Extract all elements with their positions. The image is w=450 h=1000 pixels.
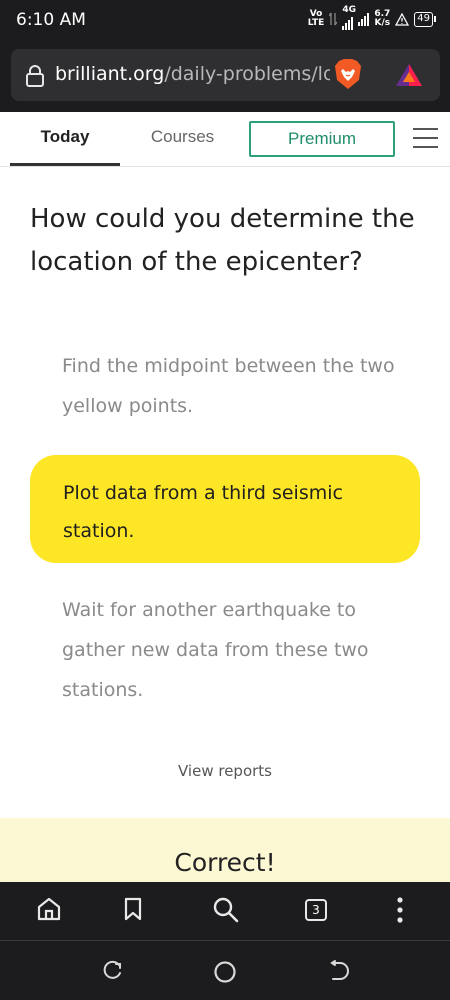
network-speed: 6.7 K/s (374, 9, 391, 28)
search-icon[interactable] (212, 896, 240, 924)
result-text: Correct! (174, 848, 276, 877)
bookmark-icon[interactable] (122, 896, 144, 922)
signal-4g: 4G (342, 6, 356, 30)
browser-toolbar: 3 (0, 882, 450, 940)
volte-indicator: Vo LTE (307, 9, 325, 28)
lock-icon[interactable] (25, 64, 45, 87)
premium-button[interactable]: Premium (249, 121, 395, 157)
status-time: 6:10 AM (16, 10, 86, 30)
tab-today[interactable]: Today (10, 112, 120, 166)
brave-rewards-icon[interactable] (394, 62, 424, 88)
data-transfer-icon (329, 12, 338, 26)
alert-icon (395, 12, 410, 26)
view-reports-link[interactable]: View reports (0, 762, 450, 780)
hamburger-menu-icon[interactable] (413, 128, 438, 150)
answer-option-2-selected[interactable]: Plot data from a third seismic station. (30, 455, 420, 563)
recents-icon[interactable] (101, 959, 125, 983)
result-panel: Correct! (0, 818, 450, 882)
question-text: How could you determine the location of … (30, 204, 415, 277)
url-domain: brilliant.org (55, 63, 165, 85)
more-menu-icon[interactable] (393, 896, 407, 924)
url-field[interactable]: brilliant.org/daily-problems/lo (11, 49, 440, 101)
answer-option-1[interactable]: Find the midpoint between the two yellow… (62, 346, 402, 426)
answer-option-3[interactable]: Wait for another earthquake to gather ne… (62, 590, 402, 710)
home-circle-icon[interactable] (212, 959, 238, 985)
tab-courses[interactable]: Courses (135, 112, 230, 164)
brave-shields-icon[interactable] (333, 58, 363, 90)
browser-address-bar: brilliant.org/daily-problems/lo (0, 42, 450, 112)
status-bar: 6:10 AM Vo LTE 4G 6.7 K/s 49 (0, 0, 450, 42)
status-icons: Vo LTE 4G 6.7 K/s 49 (307, 6, 436, 30)
home-icon[interactable] (36, 896, 62, 922)
system-nav-bar (0, 941, 450, 1000)
url-path: /daily-problems/lo (164, 63, 330, 85)
url-text[interactable]: brilliant.org/daily-problems/lo (55, 63, 330, 85)
tab-switcher-button[interactable]: 3 (305, 899, 327, 921)
back-icon[interactable] (326, 959, 350, 983)
signal-icon (358, 12, 370, 26)
site-nav: Today Courses Premium (0, 112, 450, 167)
battery-icon: 49 (414, 11, 436, 27)
